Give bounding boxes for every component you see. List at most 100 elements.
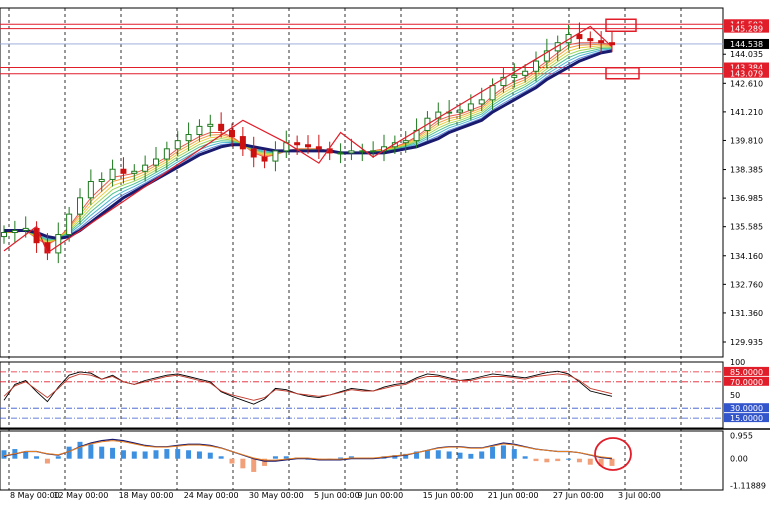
time-tick-label-7: 15 Jun 00:00 [423, 491, 474, 500]
macd-histogram-bar-56 [609, 458, 615, 466]
candle-body-24 [261, 156, 268, 162]
candle-body-14 [153, 158, 159, 166]
macd-histogram-bar-4 [44, 458, 50, 464]
macd-histogram-bar-11 [120, 450, 126, 459]
candle-body-49 [533, 60, 539, 72]
macd-panel [1, 437, 632, 472]
price-tick-label-10: 129.935 [730, 338, 763, 347]
macd-histogram-bar-2 [23, 451, 29, 459]
macd-histogram-bar-43 [468, 453, 474, 459]
candle-body-47 [511, 74, 518, 78]
candle-body-45 [489, 85, 496, 101]
candle-body-12 [131, 170, 138, 174]
candle-body-23 [250, 148, 257, 158]
time-tick-label-2: 18 May 00:00 [119, 491, 174, 500]
candle-body-33 [359, 150, 366, 153]
chart-svg: 144.035 142.610 141.210 139.810 138.385 136.9… [0, 7, 770, 500]
level-label-1: 145.289 [730, 25, 763, 34]
macd-histogram-bar-25 [272, 456, 278, 459]
candle-body-37 [402, 140, 409, 144]
macd-line [3, 440, 613, 461]
candle-body-9 [98, 178, 105, 182]
macd-histogram-bar-40 [435, 450, 441, 459]
candle-body-18 [196, 125, 203, 136]
osc-series-line-0 [3, 370, 613, 405]
candle-body-54 [587, 38, 594, 42]
time-tick-label-3: 24 May 00:00 [184, 491, 239, 500]
trading-chart: 144.035 142.610 141.210 139.810 138.385 136.9… [0, 0, 770, 505]
price-tick-label-0: 144.035 [730, 50, 763, 59]
macd-histogram-bar-16 [175, 449, 181, 459]
osc-tick-label-0: 100 [730, 358, 745, 367]
candle-body-17 [185, 134, 192, 142]
macd-histogram-bar-20 [218, 456, 224, 459]
osc-level-label-1: 70.0000 [730, 378, 763, 387]
candle-body-6 [66, 213, 73, 236]
macd-histogram-bar-12 [131, 451, 137, 459]
macd-tick-label-2: -1.11889 [730, 482, 766, 491]
candle-body-28 [305, 144, 311, 148]
macd-histogram-bar-3 [34, 456, 40, 459]
macd-histogram-bar-42 [457, 452, 463, 459]
current-price-tag: 144.538 [730, 40, 763, 49]
candle-body-21 [229, 129, 235, 138]
oscillator-panel [0, 370, 723, 419]
candle-body-48 [522, 70, 529, 76]
macd-histogram-bar-13 [142, 451, 148, 459]
time-tick-label-9: 27 Jun 00:00 [553, 491, 604, 500]
macd-histogram-bar-48 [522, 456, 528, 459]
macd-histogram-bar-52 [566, 458, 572, 460]
time-tick-label-5: 5 Jun 00:00 [314, 491, 360, 500]
candle-body-27 [294, 142, 301, 146]
price-tick-label-4: 138.385 [730, 166, 763, 175]
price-panel-frame [0, 7, 724, 358]
candle-body-19 [207, 123, 214, 127]
candle-body-10 [109, 168, 116, 180]
time-tick-label-8: 21 Jun 00:00 [488, 491, 539, 500]
price-tick-label-5: 136.985 [730, 194, 763, 203]
candle-body-8 [87, 180, 94, 199]
price-tick-label-3: 139.810 [730, 136, 763, 145]
macd-histogram-bar-9 [99, 446, 105, 459]
macd-histogram-bar-19 [207, 452, 213, 459]
macd-histogram-bar-50 [544, 458, 550, 463]
candle-body-34 [370, 150, 377, 153]
macd-histogram-bar-47 [511, 449, 517, 459]
macd-histogram-bar-46 [500, 445, 506, 459]
macd-histogram-bar-15 [164, 449, 170, 459]
oscillator-panel-frame [0, 361, 724, 429]
candle-body-55 [598, 40, 605, 44]
price-tick-label-9: 131.360 [730, 309, 763, 318]
osc-tick-label-1: 50 [730, 391, 740, 400]
macd-histogram-bar-18 [196, 451, 202, 459]
candle-body-15 [163, 148, 170, 160]
time-tick-label-6: 9 Jun 00:00 [357, 491, 403, 500]
time-tick-label-4: 30 May 00:00 [249, 491, 304, 500]
candle-body-16 [174, 140, 181, 150]
macd-histogram-bar-53 [576, 458, 582, 463]
candle-body-2 [22, 227, 29, 231]
macd-histogram-bar-5 [55, 456, 61, 459]
macd-histogram-bar-51 [555, 458, 561, 462]
candle-body-42 [457, 109, 463, 113]
candle-body-22 [239, 136, 246, 150]
macd-histogram-bar-0 [1, 450, 7, 459]
osc-level-label-3: 15.0000 [730, 414, 763, 423]
macd-histogram-bar-39 [424, 450, 430, 459]
macd-histogram-bar-44 [479, 451, 485, 459]
macd-histogram-bar-17 [186, 450, 192, 459]
macd-histogram-bar-41 [446, 451, 452, 459]
price-panel [0, 18, 723, 264]
candle-body-11 [120, 168, 127, 174]
price-tick-label-2: 141.210 [730, 108, 763, 117]
level-label-3: 143.079 [730, 70, 763, 79]
osc-level-label-0: 85.0000 [730, 368, 763, 377]
macd-histogram-bar-10 [110, 447, 116, 459]
macd-histogram-bar-23 [251, 458, 257, 472]
macd-histogram-bar-26 [283, 456, 289, 459]
macd-histogram-bar-14 [153, 450, 159, 459]
macd-histogram-bar-54 [587, 458, 593, 465]
candle-body-1 [11, 229, 18, 234]
candle-body-44 [478, 99, 485, 105]
macd-histogram-bar-7 [77, 441, 83, 459]
